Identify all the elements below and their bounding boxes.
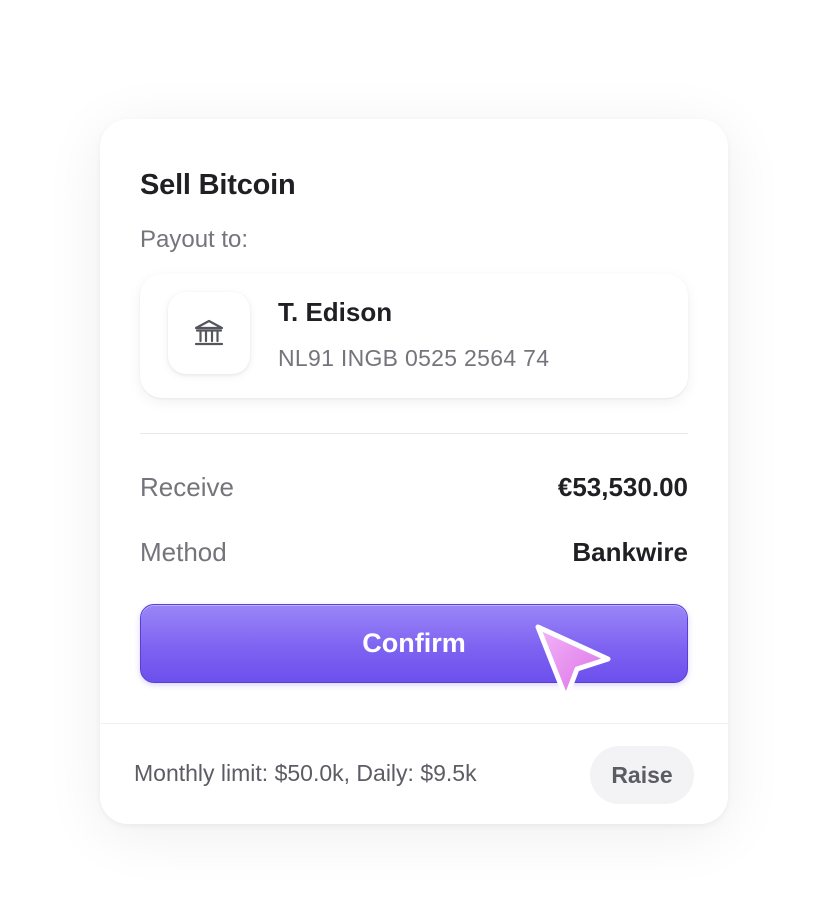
receive-amount: €53,530.00 — [557, 472, 688, 502]
limits-footer: Monthly limit: $50.0k, Daily: $9.5k Rais… — [100, 723, 728, 824]
bank-icon — [194, 319, 224, 346]
receive-label: Receive — [140, 472, 234, 502]
page-background: Sell Bitcoin Payout to: T. Edison NL91 I… — [0, 0, 828, 903]
payee-account-card[interactable]: T. Edison NL91 INGB 0525 2564 74 — [140, 274, 688, 398]
sell-bitcoin-card: Sell Bitcoin Payout to: T. Edison NL91 I… — [100, 119, 728, 824]
bank-icon-container — [168, 292, 250, 374]
receive-row: Receive €53,530.00 — [140, 472, 688, 503]
section-divider — [140, 433, 688, 434]
raise-limit-button[interactable]: Raise — [590, 746, 694, 804]
method-value: Bankwire — [572, 537, 688, 567]
pointer-cursor-icon — [535, 624, 611, 701]
payout-label: Payout to: — [140, 226, 249, 253]
method-label: Method — [140, 537, 227, 567]
card-title: Sell Bitcoin — [140, 169, 296, 201]
method-row: Method Bankwire — [140, 537, 688, 568]
payee-name: T. Edison — [278, 297, 393, 327]
limit-text: Monthly limit: $50.0k, Daily: $9.5k — [134, 760, 477, 786]
payee-iban: NL91 INGB 0525 2564 74 — [278, 345, 550, 371]
